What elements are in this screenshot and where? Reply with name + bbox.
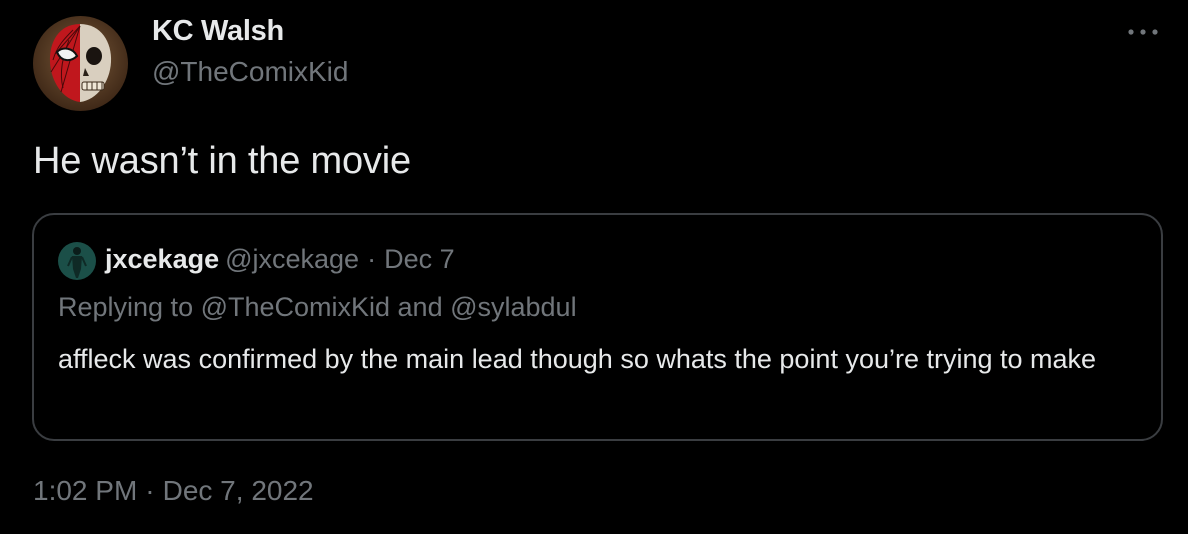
more-horizontal-icon bbox=[1128, 29, 1158, 35]
tweet-timestamp[interactable]: 1:02 PM · Dec 7, 2022 bbox=[33, 475, 314, 507]
author-avatar[interactable] bbox=[33, 16, 128, 111]
replying-to: Replying to @TheComixKid and @sylabdul bbox=[58, 292, 577, 322]
figure-avatar-icon bbox=[58, 242, 96, 280]
tweet-date[interactable]: Dec 7, 2022 bbox=[163, 475, 314, 506]
quote-header: jxcekage @jxcekage · Dec 7 bbox=[105, 244, 455, 275]
quote-author-avatar[interactable] bbox=[58, 242, 96, 280]
quote-body: affleck was confirmed by the main lead t… bbox=[58, 344, 1097, 374]
quote-author-handle[interactable]: @jxcekage bbox=[225, 244, 359, 274]
tweet-text: He wasn’t in the movie bbox=[33, 140, 411, 182]
author-handle[interactable]: @TheComixKid bbox=[152, 56, 348, 88]
quoted-tweet[interactable]: jxcekage @jxcekage · Dec 7 Replying to @The… bbox=[32, 213, 1163, 441]
author-name[interactable]: KC Walsh bbox=[152, 15, 284, 48]
quote-date[interactable]: Dec 7 bbox=[384, 244, 455, 274]
more-options-button[interactable] bbox=[1126, 20, 1160, 44]
tweet-time[interactable]: 1:02 PM bbox=[33, 475, 137, 506]
tweet: KC Walsh @TheComixKid He wasn’t in the m… bbox=[0, 0, 1188, 534]
timestamp-separator: · bbox=[145, 475, 155, 506]
spiderman-skull-avatar-icon bbox=[33, 16, 128, 111]
quote-author-name[interactable]: jxcekage bbox=[105, 244, 219, 274]
quote-separator: · bbox=[367, 244, 377, 274]
